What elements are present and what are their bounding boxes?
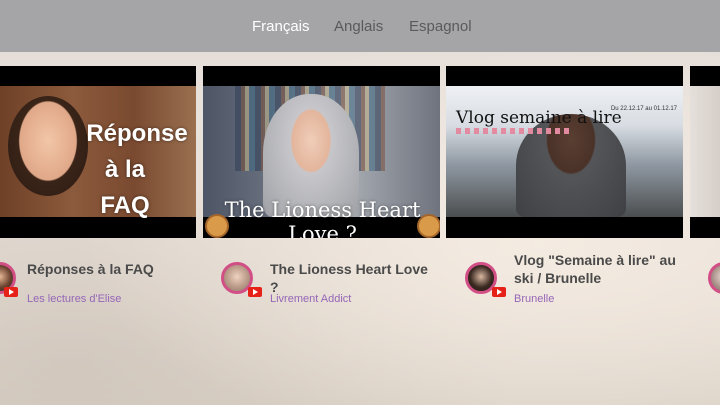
youtube-icon <box>248 287 262 297</box>
thumbnail-caption: à la <box>104 156 146 183</box>
video-title[interactable]: The Lioness Heart Love ? <box>270 260 440 296</box>
channel-name[interactable]: Les lectures d'Elise <box>27 293 121 305</box>
tabs: Français Anglais Espagnol <box>0 18 720 38</box>
video-title[interactable]: Réponses à la FAQ <box>27 260 195 278</box>
thumbnail-date: Du 22.12.17 au 01.12.17 <box>610 106 677 112</box>
video-title[interactable]: Vlog "Semaine à lire" au ski / Brunelle <box>514 251 684 287</box>
thumbnail-image: Réponse à la FAQ <box>0 86 196 219</box>
video-thumbnail-4[interactable] <box>690 66 720 238</box>
tab-francais[interactable]: Français <box>252 18 310 35</box>
tab-espagnol[interactable]: Espagnol <box>409 18 472 35</box>
thumbnail-caption: FAQ <box>100 192 150 219</box>
thumbnail-image: The Lioness Heart Love ? <box>203 86 440 238</box>
thumbnail-caption: The Lioness Heart Love ? <box>224 198 421 238</box>
youtube-icon <box>4 287 18 297</box>
tab-anglais[interactable]: Anglais <box>334 18 383 35</box>
hearts-decoration <box>456 128 571 134</box>
thumbnail-image <box>690 86 720 217</box>
thumbnail-caption: Réponse <box>86 120 188 147</box>
language-tab-bar: Français Anglais Espagnol <box>0 0 720 52</box>
channel-name[interactable]: Livrement Addict <box>270 293 351 305</box>
channel-name[interactable]: Brunelle <box>514 293 554 305</box>
thumbnail-image: Vlog semaine à lire Du 22.12.17 au 01.12… <box>446 86 683 217</box>
video-thumbnail-2[interactable]: The Lioness Heart Love ? <box>203 66 440 238</box>
thumbnail-caption: Vlog semaine à lire <box>456 108 622 128</box>
video-thumbnail-3[interactable]: Vlog semaine à lire Du 22.12.17 au 01.12… <box>446 66 683 238</box>
youtube-icon <box>492 287 506 297</box>
video-thumbnail-1[interactable]: Réponse à la FAQ <box>0 66 196 238</box>
